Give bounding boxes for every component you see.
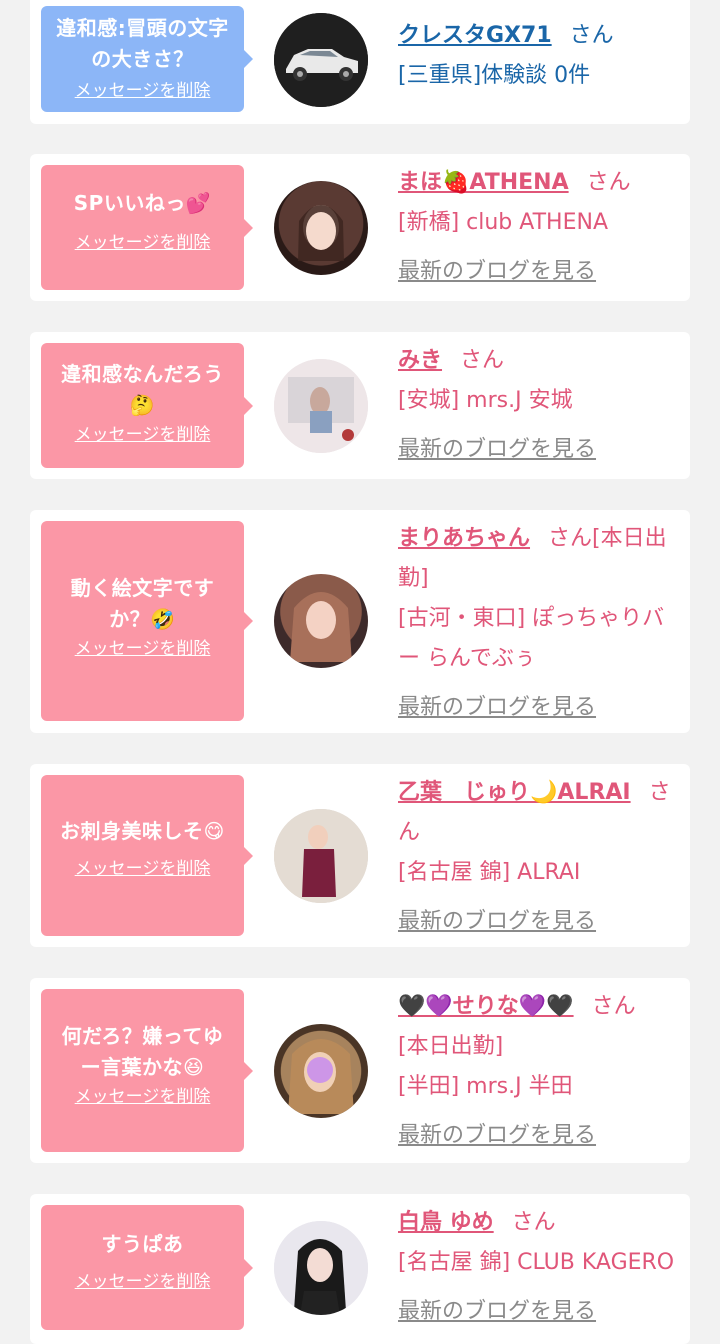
message-card: 何だろ？嫌ってゆ ー言葉かな😆 メッセージを削除 🖤💜せりな💜🖤 さん [本日出勤… [30, 978, 690, 1163]
message-card: 動く絵文字です か？🤣 メッセージを削除 まりあちゃん さん[本日出勤] [古河・… [30, 510, 690, 733]
latest-blog-link[interactable]: 最新のブログを見る [398, 259, 596, 284]
user-location: [安城] mrs.J 安城 [398, 388, 573, 413]
message-text: か？🤣 [109, 607, 176, 631]
avatar[interactable] [274, 181, 368, 275]
user-location: [名古屋 錦] CLUB KAGERO [398, 1250, 675, 1275]
message-bubble: すうぱあ メッセージを削除 [41, 1205, 253, 1330]
user-work-status: [本日出勤] [398, 1034, 504, 1059]
message-text: 動く絵文字です [70, 576, 215, 600]
message-text: 🤔 [129, 393, 156, 417]
honorific: さん [586, 170, 631, 195]
message-bubble: 違和感なんだろう 🤔 メッセージを削除 [41, 343, 253, 468]
avatar[interactable] [274, 359, 368, 453]
user-name-link[interactable]: みき [398, 348, 442, 373]
user-info: まほ🍓ATHENA さん [新橋] club ATHENA 最新のブログを見る [398, 163, 682, 292]
message-card: 違和感:冒頭の文字 の大きさ？ メッセージを削除 クレスタGX71 さん [三重県… [30, 0, 690, 124]
message-bubble: 動く絵文字です か？🤣 メッセージを削除 [41, 521, 253, 721]
user-location: [古河・東口] ぽっちゃりバー らんでぶぅ [398, 606, 665, 671]
message-text: の大きさ？ [91, 47, 194, 71]
woman-photo-icon [288, 1039, 354, 1114]
message-text: SPいいねっ💕 [73, 191, 212, 215]
avatar[interactable] [274, 1221, 368, 1315]
user-name-link[interactable]: クレスタGX71 [398, 23, 552, 48]
message-bubble: お刺身美味しそ😋 メッセージを削除 [41, 775, 253, 936]
user-info: みき さん [安城] mrs.J 安城 最新のブログを見る [398, 341, 682, 470]
message-text: 違和感:冒頭の文字 [56, 16, 229, 40]
message-bubble: 違和感:冒頭の文字 の大きさ？ メッセージを削除 [41, 6, 253, 112]
message-card: 違和感なんだろう 🤔 メッセージを削除 みき さん [安城] mrs.J 安城 最… [30, 332, 690, 479]
user-name-link[interactable]: 🖤💜せりな💜🖤 [398, 994, 574, 1019]
latest-blog-link[interactable]: 最新のブログを見る [398, 909, 596, 934]
latest-blog-link[interactable]: 最新のブログを見る [398, 695, 596, 720]
delete-message-link[interactable]: メッセージを削除 [47, 231, 238, 255]
delete-message-link[interactable]: メッセージを削除 [47, 79, 238, 103]
user-info: 🖤💜せりな💜🖤 さん [本日出勤] [半田] mrs.J 半田 最新のブログを見る [398, 987, 682, 1156]
user-location: [新橋] club ATHENA [398, 210, 608, 235]
woman-photo-icon [290, 592, 352, 662]
user-info: まりあちゃん さん[本日出勤] [古河・東口] ぽっちゃりバー らんでぶぅ 最新の… [398, 519, 682, 728]
user-location: [半田] mrs.J 半田 [398, 1074, 573, 1099]
user-name-link[interactable]: まほ🍓ATHENA [398, 170, 569, 195]
message-text: お刺身美味しそ😋 [60, 819, 225, 843]
delete-message-link[interactable]: メッセージを削除 [47, 857, 238, 881]
honorific: さん [569, 23, 614, 48]
message-text: 違和感なんだろう [61, 362, 224, 386]
delete-message-link[interactable]: メッセージを削除 [47, 423, 238, 447]
latest-blog-link[interactable]: 最新のブログを見る [398, 1299, 596, 1324]
message-card: お刺身美味しそ😋 メッセージを削除 乙葉 じゅり🌙ALRAI さん [名古屋 錦]… [30, 764, 690, 947]
user-info: クレスタGX71 さん [三重県]体験談 0件 [398, 16, 682, 96]
delete-message-link[interactable]: メッセージを削除 [47, 637, 238, 661]
avatar[interactable] [274, 13, 368, 107]
avatar[interactable] [274, 574, 368, 668]
latest-blog-link[interactable]: 最新のブログを見る [398, 437, 596, 462]
honorific: さん [511, 1210, 556, 1235]
user-name-link[interactable]: まりあちゃん [398, 526, 530, 551]
woman-photo-icon [274, 359, 368, 453]
latest-blog-link[interactable]: 最新のブログを見る [398, 1123, 596, 1148]
delete-message-link[interactable]: メッセージを削除 [47, 1270, 238, 1294]
user-location: [三重県]体験談 0件 [398, 63, 591, 88]
message-text: ー言葉かな😆 [80, 1055, 205, 1079]
woman-photo-icon [274, 809, 368, 903]
message-text: 何だろ？嫌ってゆ [61, 1024, 224, 1048]
message-text: すうぱあ [101, 1232, 184, 1256]
message-card: SPいいねっ💕 メッセージを削除 まほ🍓ATHENA さん [新橋] club A… [30, 154, 690, 301]
message-bubble: 何だろ？嫌ってゆ ー言葉かな😆 メッセージを削除 [41, 989, 253, 1152]
user-name-link[interactable]: 白鳥 ゆめ [398, 1210, 494, 1235]
user-info: 乙葉 じゅり🌙ALRAI さん [名古屋 錦] ALRAI 最新のブログを見る [398, 773, 682, 942]
message-bubble: SPいいねっ💕 メッセージを削除 [41, 165, 253, 290]
honorific: さん [460, 348, 505, 373]
message-card: すうぱあ メッセージを削除 白鳥 ゆめ さん [名古屋 錦] CLUB KAGER… [30, 1194, 690, 1344]
avatar[interactable] [274, 809, 368, 903]
delete-message-link[interactable]: メッセージを削除 [47, 1085, 238, 1109]
user-info: 白鳥 ゆめ さん [名古屋 錦] CLUB KAGERO 最新のブログを見る [398, 1203, 682, 1332]
honorific: さん [591, 994, 636, 1019]
user-name-link[interactable]: 乙葉 じゅり🌙ALRAI [398, 780, 631, 805]
woman-photo-icon [298, 205, 344, 261]
woman-photo-icon [274, 1221, 368, 1315]
user-location: [名古屋 錦] ALRAI [398, 860, 581, 885]
car-icon [274, 13, 368, 107]
avatar[interactable] [274, 1024, 368, 1118]
